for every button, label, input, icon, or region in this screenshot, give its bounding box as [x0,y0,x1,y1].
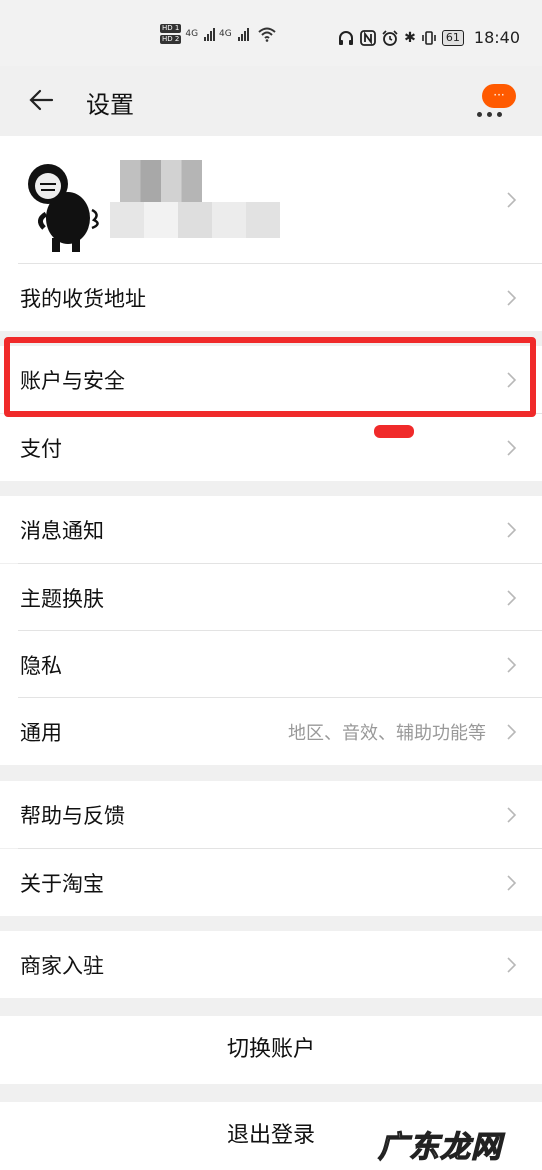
chevron-right-icon [507,723,517,740]
status-bar: HD 1 HD 2 4G 4G ✱ 61 18:40 [0,0,542,66]
network-type-1: 4G [185,29,199,39]
menu-item-label: 隐私 [20,653,62,678]
alarm-icon [382,29,398,46]
menu-item-about[interactable]: 关于淘宝 [0,849,542,916]
watermark: 广东龙网 [377,1129,502,1165]
page-title: 设置 [86,91,134,119]
clock: 18:40 [473,28,520,47]
menu-item-label: 通用 [20,720,62,745]
menu-item-label: 关于淘宝 [20,871,104,896]
menu-item-label: 帮助与反馈 [20,803,125,828]
chevron-right-icon [507,656,517,673]
hd-badge-2: HD 2 [160,35,182,44]
more-icon [477,112,502,117]
more-button[interactable]: ··· [477,80,522,124]
menu-item-notifications[interactable]: 消息通知 [0,496,542,563]
nickname-redacted [110,202,280,238]
network-type-2: 4G [219,29,232,39]
menu-item-payment[interactable]: 支付 [0,414,542,481]
menu-item-privacy[interactable]: 隐私 [0,631,542,698]
chevron-right-icon [507,289,517,306]
bluetooth-icon: ✱ [404,29,416,46]
menu-item-label: 消息通知 [20,518,104,543]
wifi-icon [258,27,276,42]
headphones-icon [339,30,354,45]
switch-account-button[interactable]: 切换账户 [0,1016,542,1084]
signal-icon-2 [237,27,249,41]
menu-item-address[interactable]: 我的收货地址 [0,264,542,331]
chevron-right-icon [507,589,517,606]
chevron-right-icon [507,806,517,823]
chevron-right-icon [507,192,517,208]
signal-icon-1 [204,27,216,41]
chevron-right-icon [507,956,517,973]
highlight-box [4,337,536,417]
back-arrow-icon[interactable] [24,82,60,118]
menu-item-label: 主题换肤 [20,586,104,611]
cartoon-avatar-icon [28,164,99,252]
menu-item-help[interactable]: 帮助与反馈 [0,781,542,848]
hd-badge-1: HD 1 [160,24,182,33]
menu-item-label: 我的收货地址 [20,286,146,311]
network-indicators: HD 1 HD 2 4G 4G [160,24,277,44]
nav-bar: 设置 ··· [0,66,542,136]
menu-item-subtitle: 地区、音效、辅助功能等 [288,722,486,744]
chevron-right-icon [507,874,517,891]
system-indicators: ✱ 61 18:40 [338,28,520,47]
chevron-right-icon [507,439,517,456]
nfc-icon [360,29,377,46]
profile-row[interactable] [0,136,542,264]
vibrate-icon [422,30,436,45]
annotation-mark [374,425,414,438]
menu-item-general[interactable]: 通用 地区、音效、辅助功能等 [0,698,542,765]
menu-item-theme[interactable]: 主题换肤 [0,564,542,631]
menu-item-merchant[interactable]: 商家入驻 [0,931,542,998]
username-redacted [120,160,202,202]
menu-item-label: 商家入驻 [20,953,104,978]
battery-indicator: 61 [441,29,464,46]
message-badge: ··· [482,84,516,108]
menu-item-label: 支付 [20,436,62,461]
chevron-right-icon [507,521,517,538]
